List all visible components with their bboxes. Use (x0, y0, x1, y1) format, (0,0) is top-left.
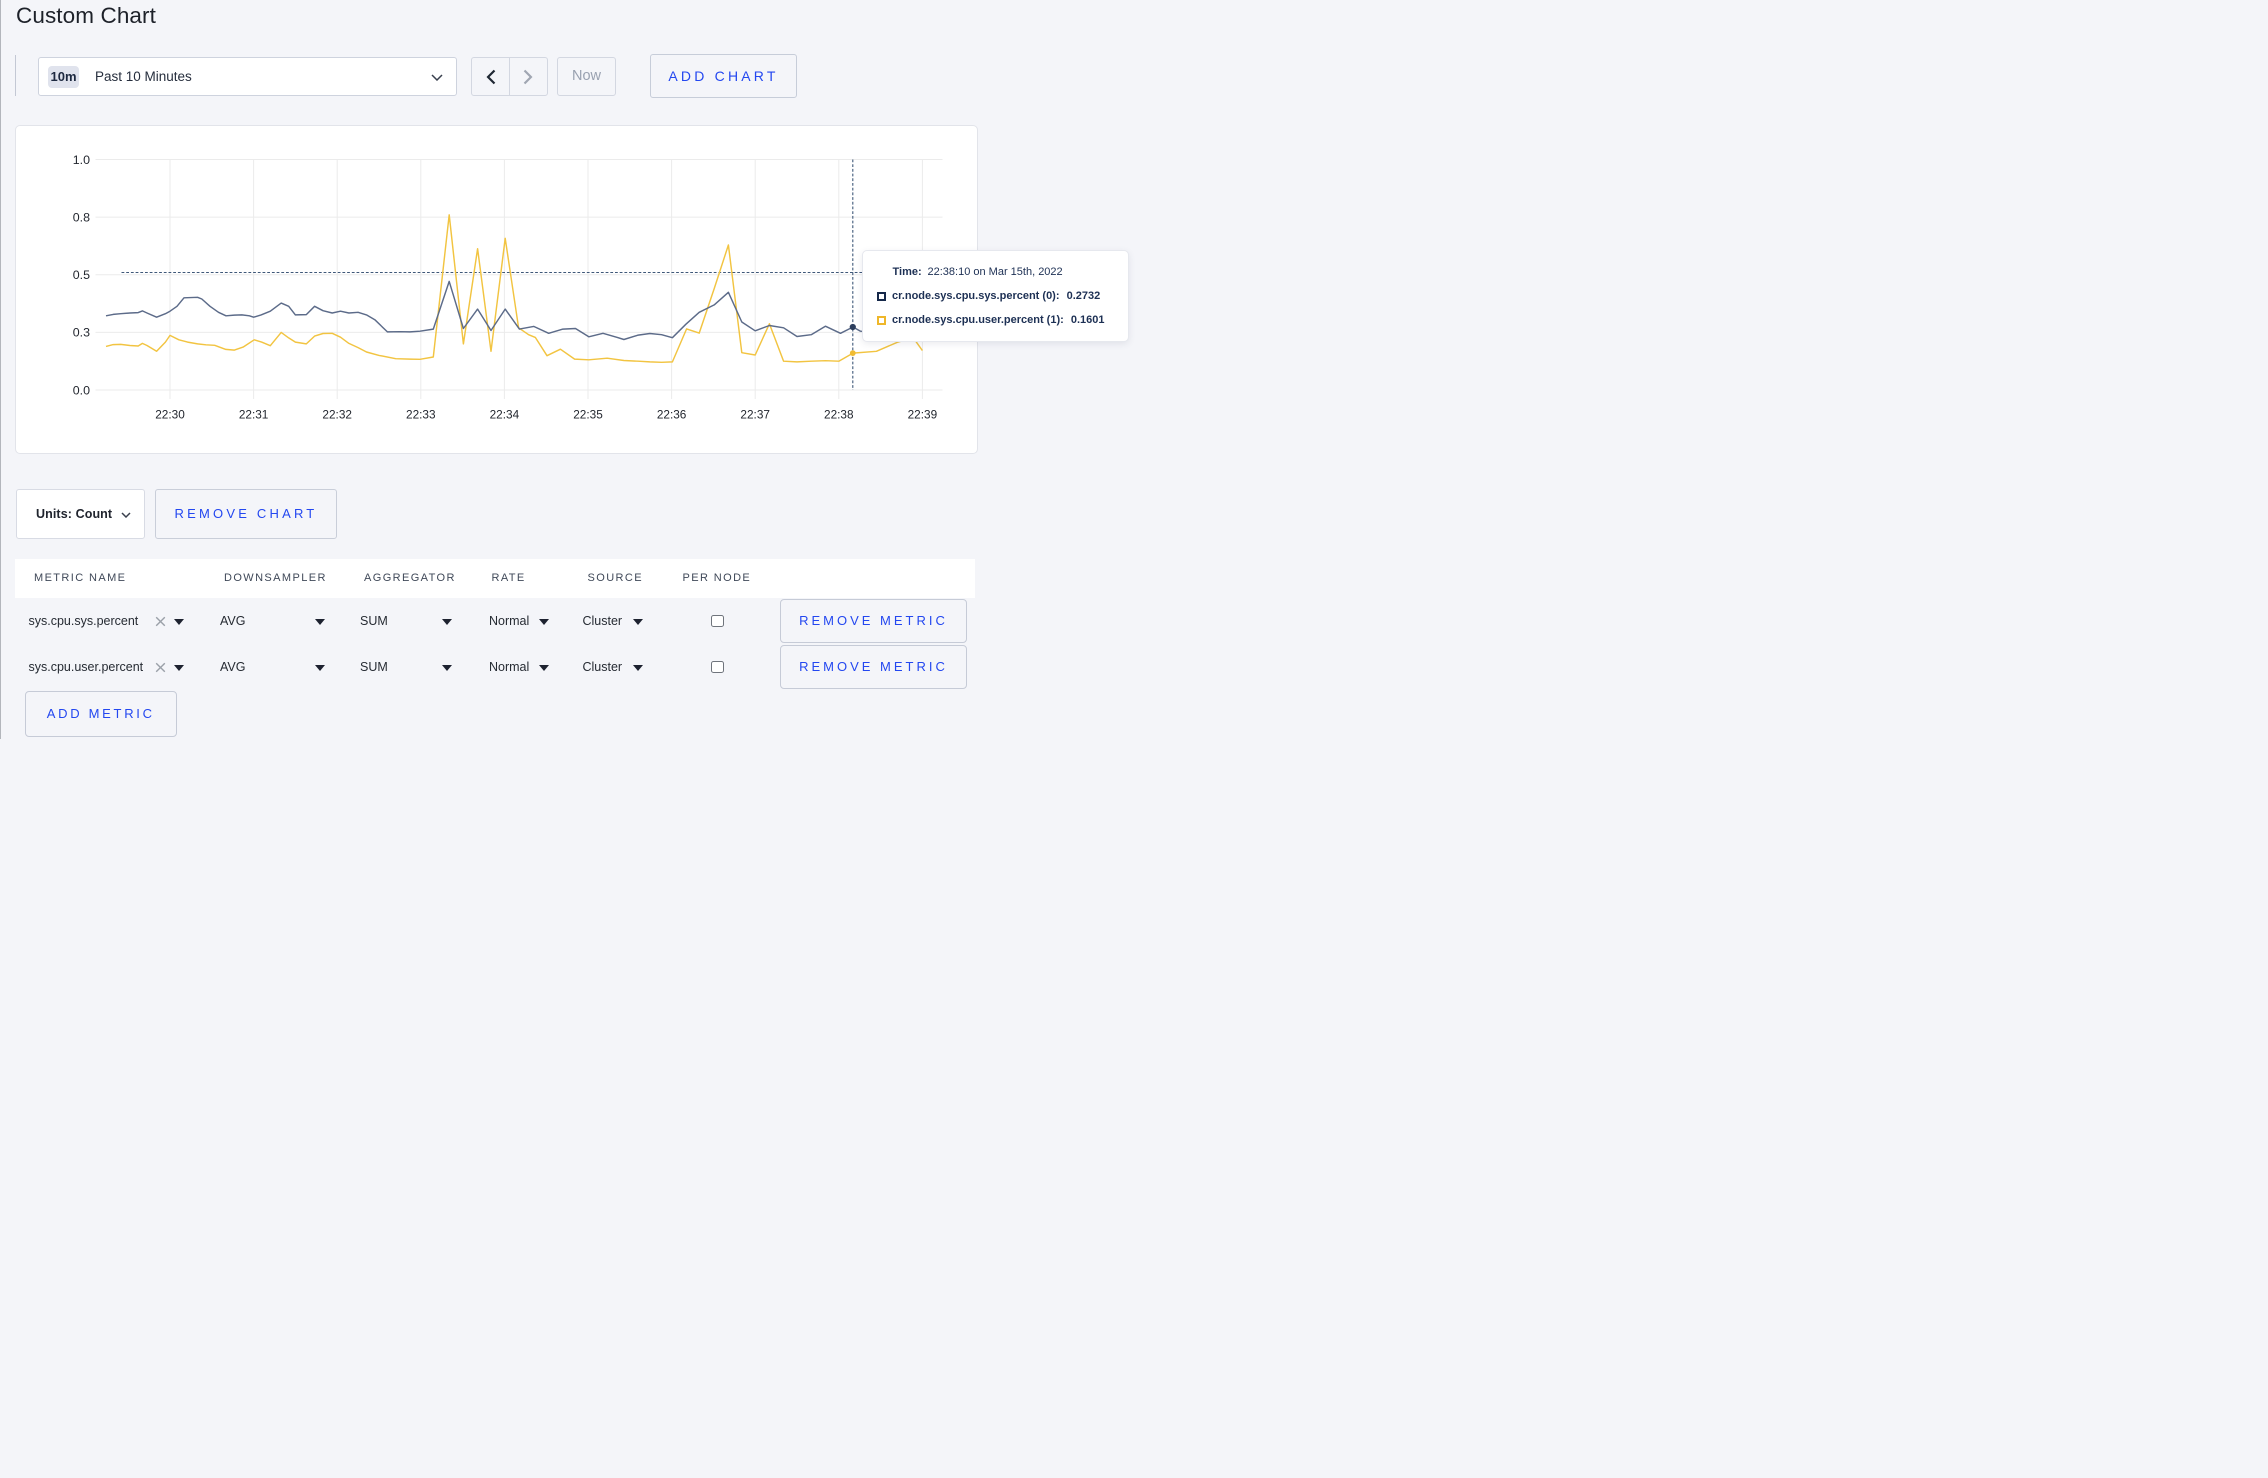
svg-text:22:39: 22:39 (908, 407, 938, 421)
svg-text:22:33: 22:33 (406, 407, 436, 421)
svg-text:0.3: 0.3 (73, 325, 90, 339)
svg-text:22:30: 22:30 (155, 407, 185, 421)
svg-text:22:34: 22:34 (490, 407, 520, 421)
svg-text:0.8: 0.8 (73, 210, 90, 224)
svg-text:0.5: 0.5 (73, 268, 90, 282)
svg-text:1.0: 1.0 (73, 152, 90, 166)
svg-text:22:37: 22:37 (740, 407, 770, 421)
svg-text:22:35: 22:35 (573, 407, 603, 421)
svg-text:22:36: 22:36 (657, 407, 687, 421)
svg-text:22:38: 22:38 (824, 407, 854, 421)
svg-text:0.0: 0.0 (73, 383, 90, 397)
svg-text:22:31: 22:31 (239, 407, 269, 421)
svg-text:22:32: 22:32 (322, 407, 352, 421)
